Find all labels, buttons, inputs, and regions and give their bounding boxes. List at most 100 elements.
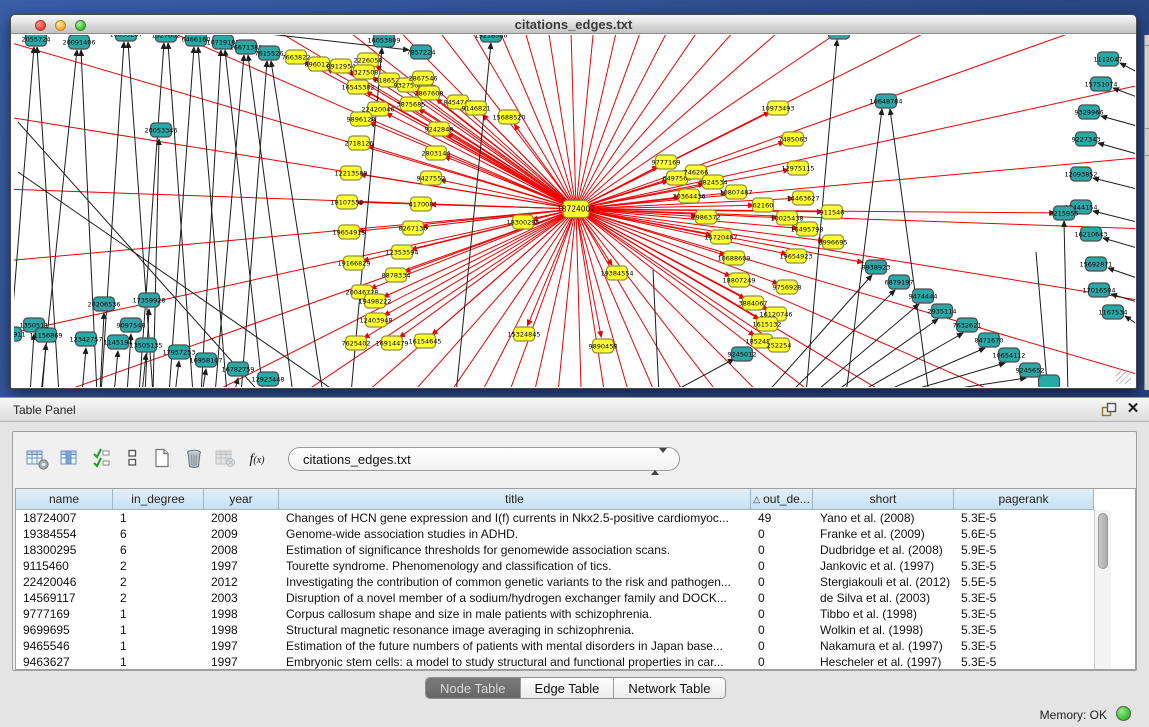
table-row[interactable]: 977716911998Corpus callosum shape and si… — [16, 606, 1135, 622]
graph-node-label: 12403948 — [359, 317, 392, 325]
red-edge — [576, 35, 942, 209]
delete-table-disabled-icon — [215, 448, 235, 471]
table-row[interactable]: 911546021997Tourette syndrome. Phenomeno… — [16, 558, 1135, 574]
black-edge — [1093, 211, 1135, 222]
table-cell: 49 — [751, 510, 813, 526]
column-header-title[interactable]: title — [279, 489, 751, 510]
table-cell: 1 — [113, 606, 204, 622]
new-table-button[interactable] — [149, 446, 175, 472]
graph-node-label: 16648784 — [869, 98, 902, 106]
table-cell: 5.3E-5 — [954, 606, 1094, 622]
close-panel-icon[interactable]: ✕ — [1125, 401, 1141, 417]
graph-node-label: 12975115 — [781, 165, 814, 173]
table-scrollbar[interactable] — [1094, 510, 1111, 670]
table-row[interactable]: 1830029562008Estimation of significance … — [16, 542, 1135, 558]
table-cell: 2008 — [204, 542, 279, 558]
tab-node-table[interactable]: Node Table — [426, 678, 521, 698]
table-cell: 19384554 — [16, 526, 113, 542]
column-header-year[interactable]: year — [204, 489, 279, 510]
table-settings-button[interactable] — [23, 446, 49, 472]
table-header-row: namein_degreeyeartitle△out_de...shortpag… — [16, 489, 1135, 510]
graph-node-label: 2226058 — [354, 57, 383, 65]
table-cell: 18724007 — [16, 510, 113, 526]
window-title: citations_edges.txt — [11, 17, 1136, 32]
graph-node-label: 17957253 — [162, 349, 195, 357]
table-cell: Disruption of a novel member of a sodium… — [279, 590, 751, 606]
graph-node-label: 9245012 — [728, 351, 757, 359]
graph-node[interactable] — [1039, 375, 1060, 387]
table-cell: 5.3E-5 — [954, 590, 1094, 606]
table-cell: 2 — [113, 558, 204, 574]
select-rows-check-button[interactable] — [89, 446, 115, 472]
column-header-name[interactable]: name — [16, 489, 113, 510]
graph-node-label: 11156869 — [29, 332, 62, 340]
memory-status-icon[interactable] — [1116, 706, 1131, 721]
table-cell: Stergiakouli et al. (2012) — [813, 574, 954, 590]
column-header-short[interactable]: short — [813, 489, 954, 510]
table-row[interactable]: 2242004622012Investigating the contribut… — [16, 574, 1135, 590]
column-header-out-de-[interactable]: △out_de... — [751, 489, 813, 510]
table-row[interactable]: 1872400712008Changes of HCN gene express… — [16, 510, 1135, 526]
window-titlebar[interactable]: citations_edges.txt — [11, 15, 1136, 34]
graph-node-label: 16154645 — [408, 338, 441, 346]
graph-node-label: 12213589 — [334, 170, 367, 178]
graph-node-label: 9756928 — [773, 284, 802, 292]
citation-network-graph[interactable]: 2055724200914061085328715276026466160107… — [14, 35, 1135, 387]
graph-node-label: 20206536 — [87, 301, 120, 309]
scrollbar-thumb[interactable] — [1098, 513, 1108, 569]
float-panel-icon[interactable] — [1101, 402, 1117, 418]
column-header-in-degree[interactable]: in_degree — [113, 489, 204, 510]
network-canvas[interactable]: 2055724200914061085328715276026466160107… — [14, 35, 1135, 387]
graph-node-label: 12093852 — [1064, 171, 1097, 179]
table-cell: 0 — [751, 606, 813, 622]
table-cell: 9463627 — [16, 654, 113, 670]
graph-node-label: 20053346 — [144, 127, 177, 135]
graph-node-label: 12353594 — [385, 249, 418, 257]
network-table-selector[interactable]: citations_edges.txt — [288, 447, 680, 471]
table-cell: 1 — [113, 638, 204, 654]
select-columns-button[interactable] — [57, 446, 83, 472]
tab-network-table[interactable]: Network Table — [614, 678, 724, 698]
graph-node-label: 19654915 — [332, 229, 365, 237]
column-header-pagerank[interactable]: pagerank — [954, 489, 1094, 510]
table-cell: 9777169 — [16, 606, 113, 622]
black-edge — [42, 344, 46, 387]
graph-node-label: 3915911 — [14, 331, 25, 339]
black-edge — [241, 61, 267, 387]
graph-node-label: 8215955 — [1050, 210, 1079, 218]
row-height-button[interactable] — [119, 446, 145, 472]
black-edge — [1113, 88, 1135, 97]
graph-node-label: 8938923 — [862, 264, 891, 272]
graph-node-label: 911546 — [820, 209, 845, 217]
black-edge — [30, 334, 34, 387]
function-builder-button[interactable]: f(x) — [244, 446, 270, 472]
graph-node-label: 16914479 — [375, 340, 408, 348]
black-edge — [857, 333, 963, 387]
table-cell: Wolkin et al. (1998) — [813, 622, 954, 638]
graph-node-label: 1112047 — [1094, 56, 1123, 64]
black-edge — [271, 61, 323, 387]
graph-node-label: 17359928 — [132, 297, 165, 305]
graph-node-label: 9896128 — [347, 116, 376, 124]
table-row[interactable]: 1938455462009Genome-wide association stu… — [16, 526, 1135, 542]
graph-node-label: 9146821 — [462, 105, 491, 113]
table-tabs: Node TableEdge TableNetwork Table — [425, 677, 726, 699]
resize-grip[interactable] — [1116, 371, 1131, 384]
table-cell: Changes of HCN gene expression and I(f) … — [279, 510, 751, 526]
graph-node-label: 10654112 — [992, 352, 1025, 360]
table-row[interactable]: 946362711997Embryonic stem cells: a mode… — [16, 654, 1135, 670]
tab-edge-table[interactable]: Edge Table — [521, 678, 615, 698]
table-row[interactable]: 969969511998Structural magnetic resonanc… — [16, 622, 1135, 638]
delete-table-disabled-button[interactable] — [212, 446, 238, 472]
table-row[interactable]: 1456911722003Disruption of a novel membe… — [16, 590, 1135, 606]
function-builder-icon: f(x) — [250, 451, 265, 468]
table-panel: Table Panel ✕ — [0, 397, 1149, 727]
table-cell: Investigating the contribution of common… — [279, 574, 751, 590]
table-cell: Estimation of significance thresholds fo… — [279, 542, 751, 558]
graph-node-label: 9227343 — [1072, 136, 1101, 144]
graph-node-label: 18807249 — [722, 277, 755, 285]
graph-node-label: 20364436 — [672, 193, 705, 201]
table-row[interactable]: 946554611997Estimation of the future num… — [16, 638, 1135, 654]
delete-table-button[interactable] — [181, 446, 207, 472]
graph-node-label: 417008 — [409, 201, 434, 209]
